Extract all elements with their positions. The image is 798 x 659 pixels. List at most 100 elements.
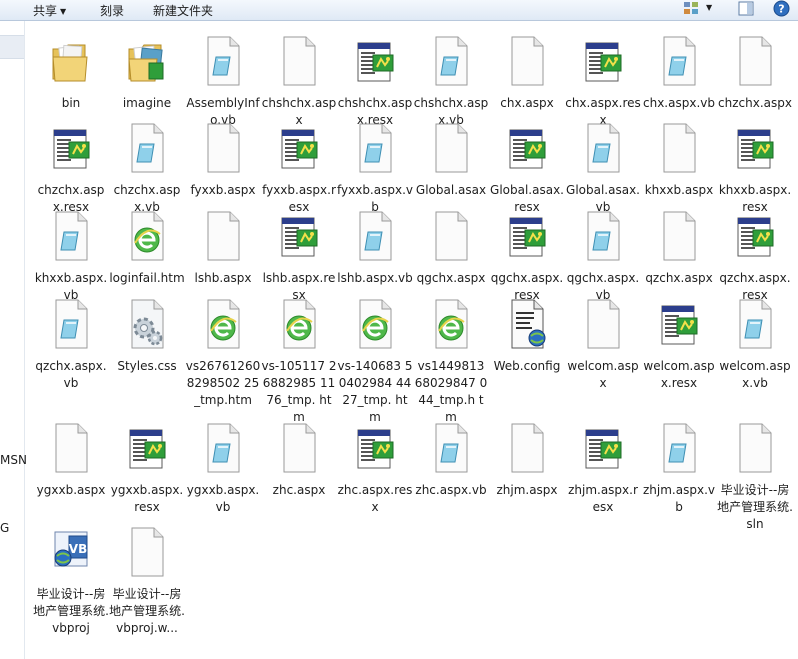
file-name: welcom.aspx.vb (719, 359, 791, 390)
blank-file-icon (279, 422, 319, 474)
blank-file-icon (431, 210, 471, 262)
command-toolbar: 共享 ▼ 刻录 新建文件夹 ▼ ? (0, 0, 798, 21)
resx-file-icon (279, 122, 319, 174)
navigation-pane[interactable]: MSN G (0, 21, 27, 659)
vb-project-icon: VB (51, 526, 91, 578)
file-name: Global.asax (415, 183, 487, 197)
vb-file-icon (583, 210, 623, 262)
blank-file-icon (203, 210, 243, 262)
vb-file-icon (431, 422, 471, 474)
file-name: zhjm.aspx (496, 483, 558, 497)
vb-file-icon (127, 122, 167, 174)
blank-file-icon (431, 122, 471, 174)
resx-file-icon (355, 422, 395, 474)
resx-file-icon (735, 122, 775, 174)
file-name: 毕业设计--房地产管理系统.vbproj.w... (109, 587, 185, 635)
blank-file-icon (279, 35, 319, 87)
file-name: 毕业设计--房地产管理系统.vbproj (33, 587, 109, 635)
vb-file-icon (583, 122, 623, 174)
file-name: qzchx.aspx (645, 271, 713, 285)
vb-file-icon (431, 35, 471, 87)
chevron-down-icon: ▼ (60, 7, 67, 16)
file-name: vs1449813 68029847 044_tmp.h tm (414, 359, 488, 424)
nav-item-label[interactable]: MSN (0, 453, 27, 467)
file-name: loginfail.htm (109, 271, 185, 285)
file-name: khxxb.aspx (644, 183, 714, 197)
vb-file-icon (355, 210, 395, 262)
folder-icon (127, 35, 167, 87)
file-name: lshb.aspx.vb (337, 271, 413, 285)
svg-text:?: ? (778, 3, 784, 16)
resx-file-icon (735, 210, 775, 262)
blank-file-icon (127, 526, 167, 578)
file-name: zhc.aspx (272, 483, 326, 497)
file-name: welcom.aspx.resx (643, 359, 715, 390)
preview-pane-icon[interactable] (738, 1, 754, 16)
ie-document-icon (355, 298, 395, 350)
blank-file-icon (51, 422, 91, 474)
resx-file-icon (659, 298, 699, 350)
svg-text:VB: VB (69, 542, 87, 556)
file-name: zhc.aspx.resx (337, 483, 413, 514)
blank-file-icon (735, 422, 775, 474)
file-name: fyxxb.aspx (190, 183, 256, 197)
file-name: ygxxb.aspx.vb (186, 483, 260, 514)
file-name: vs-105117 26882985 1176_tmp. htm (261, 359, 337, 424)
file-name: vs-140683 50402984 4427_tmp. htm (337, 359, 413, 424)
file-name: qzchx.aspx.vb (35, 359, 107, 390)
blank-file-icon (735, 35, 775, 87)
help-icon[interactable]: ? (773, 0, 790, 17)
file-name: chzchx.aspx (718, 96, 792, 110)
css-gear-icon (127, 298, 167, 350)
blank-file-icon (659, 122, 699, 174)
resx-file-icon (279, 210, 319, 262)
file-name: zhjm.aspx.vb (643, 483, 715, 514)
nav-item-label[interactable]: G (0, 521, 9, 535)
vb-file-icon (355, 122, 395, 174)
blank-file-icon (203, 122, 243, 174)
resx-file-icon (507, 210, 547, 262)
file-name: bin (61, 96, 81, 110)
vb-file-icon (203, 35, 243, 87)
file-name: Styles.css (117, 359, 177, 373)
ie-document-icon (279, 298, 319, 350)
file-name: zhc.aspx.vb (415, 483, 487, 497)
vb-file-icon (51, 298, 91, 350)
file-name: 毕业设计--房地产管理系统.sln (717, 483, 793, 531)
vb-file-icon (659, 422, 699, 474)
file-name: chx.aspx.vb (643, 96, 715, 110)
resx-file-icon (507, 122, 547, 174)
folder-icon (51, 35, 91, 87)
nav-selected-item[interactable] (0, 35, 24, 59)
file-name: welcom.aspx (567, 359, 639, 390)
new-folder-button[interactable]: 新建文件夹 (153, 2, 213, 19)
file-name: ygxxb.aspx.resx (110, 483, 184, 514)
ie-document-icon (203, 298, 243, 350)
vb-file-icon (735, 298, 775, 350)
config-globe-icon (507, 298, 547, 350)
resx-file-icon (355, 35, 395, 87)
vb-file-icon (203, 422, 243, 474)
resx-file-icon (583, 35, 623, 87)
file-grid: bin imagine AssemblyInfo.vb chshchx.aspx… (25, 21, 798, 659)
file-name: Web.config (493, 359, 561, 373)
ie-document-icon (431, 298, 471, 350)
more-options-chevron-icon[interactable]: ▼ (706, 3, 722, 17)
file-name: chx.aspx (500, 96, 554, 110)
blank-file-icon (583, 298, 623, 350)
share-button[interactable]: 共享 ▼ (33, 2, 66, 19)
resx-file-icon (583, 422, 623, 474)
blank-file-icon (659, 210, 699, 262)
vb-file-icon (51, 210, 91, 262)
file-name: ygxxb.aspx (36, 483, 106, 497)
burn-button[interactable]: 刻录 (100, 2, 124, 19)
resx-file-icon (51, 122, 91, 174)
file-name: vs267612608298502 25_tmp.htm (185, 359, 261, 407)
change-view-icon[interactable] (683, 1, 699, 15)
resx-file-icon (127, 422, 167, 474)
file-name: imagine (122, 96, 172, 110)
blank-file-icon (507, 422, 547, 474)
file-name: zhjm.aspx.resx (568, 483, 638, 514)
file-name: qgchx.aspx (416, 271, 486, 285)
blank-file-icon (507, 35, 547, 87)
